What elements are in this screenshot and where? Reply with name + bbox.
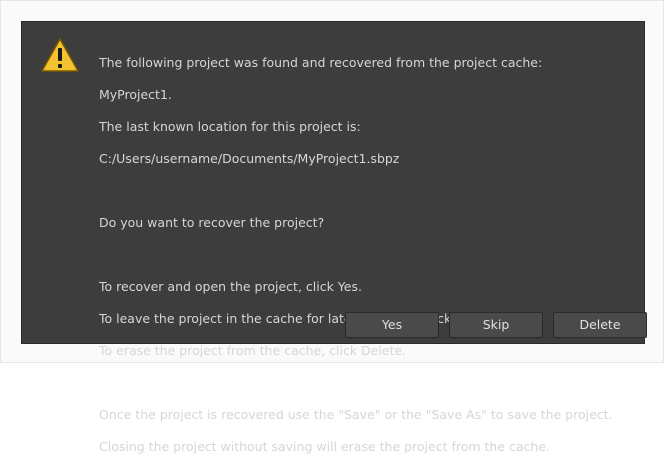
message-spacer [99,375,639,391]
message-line: Do you want to recover the project? [99,215,325,230]
message-line: The following project was found and reco… [99,55,543,70]
message-line: Once the project is recovered use the "S… [99,407,613,422]
yes-button[interactable]: Yes [345,312,439,338]
message-line: Closing the project without saving will … [99,439,551,454]
message-spacer [99,247,639,263]
warning-icon [41,38,79,72]
page-frame: The following project was found and reco… [0,0,664,454]
delete-button[interactable]: Delete [553,312,647,338]
message-line: C:/Users/username/Documents/MyProject1.s… [99,151,400,166]
dialog-message: The following project was found and reco… [99,39,639,471]
skip-button[interactable]: Skip [449,312,543,338]
recovery-dialog: The following project was found and reco… [21,21,647,454]
message-line: To recover and open the project, click Y… [99,279,362,294]
message-line: The last known location for this project… [99,119,361,134]
message-spacer [99,183,639,199]
message-line: To erase the project from the cache, cli… [99,343,407,358]
message-line: MyProject1. [99,87,172,102]
